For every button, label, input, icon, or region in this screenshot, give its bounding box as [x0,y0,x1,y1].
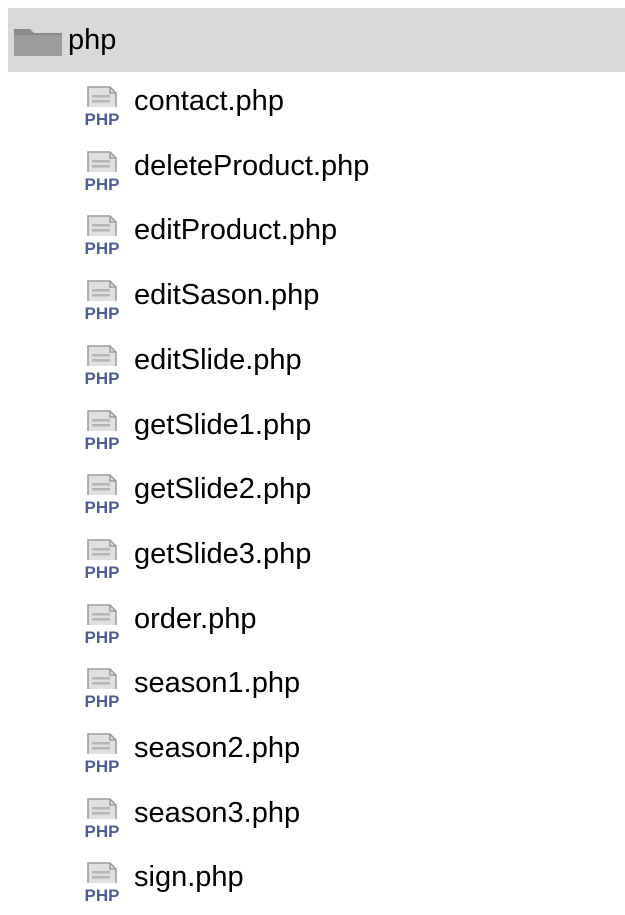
php-badge-text: PHP [85,110,120,129]
tree-file-item[interactable]: PHP getSlide2.php [0,460,625,524]
php-file-icon: PHP [76,215,128,259]
file-label: sign.php [134,861,244,894]
tree-file-item[interactable]: PHP editProduct.php [0,201,625,265]
tree-file-item[interactable]: PHP sign.php [0,848,625,912]
php-file-icon: PHP [76,668,128,712]
file-label: season3.php [134,796,301,829]
folder-label: php [68,24,117,56]
php-file-icon: PHP [76,862,128,906]
file-label: getSlide1.php [134,408,312,441]
tree-file-item[interactable]: PHP season3.php [0,784,625,848]
file-label: getSlide2.php [134,473,312,506]
file-tree: php PHP contact.php PHP deleteProduct.ph… [0,0,625,915]
php-file-icon: PHP [76,603,128,647]
php-badge-text: PHP [85,304,120,323]
tree-file-item[interactable]: PHP season1.php [0,654,625,718]
php-file-icon: PHP [76,86,128,129]
php-badge-text: PHP [85,498,120,517]
tree-file-item[interactable]: PHP season2.php [0,719,625,783]
file-label: season2.php [134,732,301,764]
php-file-icon: PHP [76,474,128,518]
php-badge-text: PHP [85,628,120,647]
file-label: editSlide.php [134,343,302,376]
php-file-icon: PHP [76,733,128,776]
php-file-icon: PHP [76,409,128,453]
tree-file-item[interactable]: PHP contact.php [0,72,625,136]
tree-file-item[interactable]: PHP getSlide3.php [0,525,625,589]
php-badge-text: PHP [85,692,120,711]
php-badge-text: PHP [85,369,120,388]
tree-folder-php[interactable]: php [8,8,625,72]
file-label: contact.php [134,85,284,117]
php-file-icon: PHP [76,280,128,324]
file-label: editProduct.php [134,214,338,247]
tree-file-item[interactable]: PHP editSlide.php [0,331,625,395]
tree-file-item[interactable]: PHP deleteProduct.php [0,137,625,201]
file-label: getSlide3.php [134,537,312,570]
php-badge-text: PHP [85,239,120,258]
php-file-icon: PHP [76,345,128,388]
php-badge-text: PHP [85,757,120,776]
file-label: editSason.php [134,279,320,312]
tree-file-item[interactable]: PHP order.php [0,590,625,654]
tree-file-item[interactable]: PHP editSason.php [0,266,625,330]
php-file-icon: PHP [76,539,128,582]
php-file-icon: PHP [76,797,128,841]
php-badge-text: PHP [85,822,120,841]
tree-file-item[interactable]: PHP getSlide1.php [0,396,625,460]
file-label: deleteProduct.php [134,149,370,182]
php-file-icon: PHP [76,150,128,194]
php-badge-text: PHP [85,563,120,582]
file-label: season1.php [134,667,301,700]
folder-icon [14,29,62,56]
php-badge-text: PHP [85,175,120,194]
php-badge-text: PHP [85,886,120,905]
file-label: order.php [134,602,257,635]
php-badge-text: PHP [85,434,120,453]
